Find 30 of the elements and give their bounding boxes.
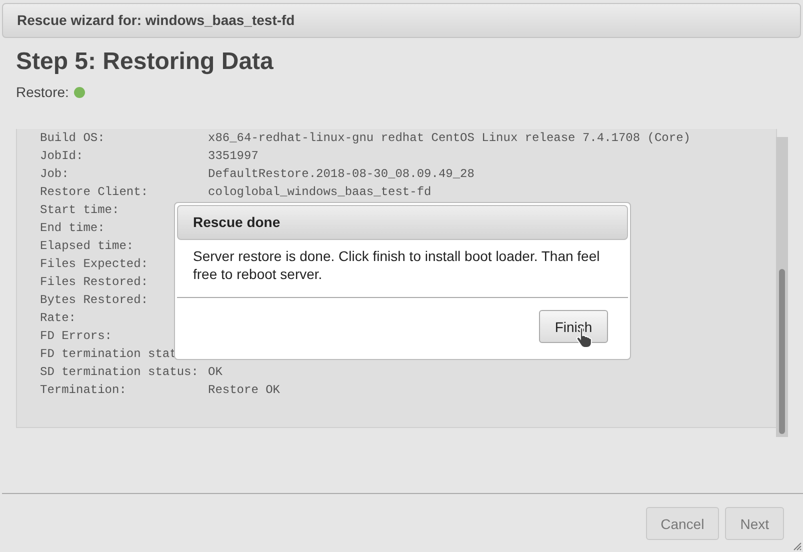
log-label: Build OS: xyxy=(40,131,106,145)
log-label: FD Errors: xyxy=(40,329,114,343)
log-label: Termination: xyxy=(40,383,128,397)
scrollbar[interactable] xyxy=(776,137,788,437)
log-label: Rate: xyxy=(40,311,78,325)
log-value: DefaultRestore.2018-08-30_08.09.49_28 xyxy=(208,167,474,181)
dialog-title: Rescue done xyxy=(177,205,628,240)
log-label: SD termination status: xyxy=(40,365,200,379)
log-label: FD termination stat xyxy=(40,347,178,361)
log-value: x86_64-redhat-linux-gnu redhat CentOS Linux release 7.4.1708 (Core) xyxy=(208,131,690,145)
step-title: Step 5: Restoring Data xyxy=(16,48,274,76)
log-value: OK xyxy=(208,365,222,379)
log-label: Files Restored: xyxy=(40,275,150,289)
log-label: JobId: xyxy=(40,149,84,163)
log-label: Elapsed time: xyxy=(40,239,135,253)
log-label: Restore Client: xyxy=(40,185,150,199)
log-label: Bytes Restored: xyxy=(40,293,150,307)
status-label: Restore: xyxy=(16,84,69,100)
log-label: Start time: xyxy=(40,203,120,217)
resize-grip-icon xyxy=(792,541,802,551)
next-button[interactable]: Next xyxy=(725,507,784,540)
scrollbar-thumb[interactable] xyxy=(779,269,785,434)
log-label: Job: xyxy=(40,167,70,181)
log-label: Files Expected: xyxy=(40,257,150,271)
log-value: Restore OK xyxy=(208,383,280,397)
dialog-message: Server restore is done. Click finish to install boot loader. Than feel free to reboot server. xyxy=(177,240,628,298)
cancel-button[interactable]: Cancel xyxy=(646,507,720,540)
log-value: cologlobal_windows_baas_test-fd xyxy=(208,185,432,199)
log-value: 3351997 xyxy=(208,149,258,163)
window-title: Rescue wizard for: windows_baas_test-fd xyxy=(2,3,801,38)
